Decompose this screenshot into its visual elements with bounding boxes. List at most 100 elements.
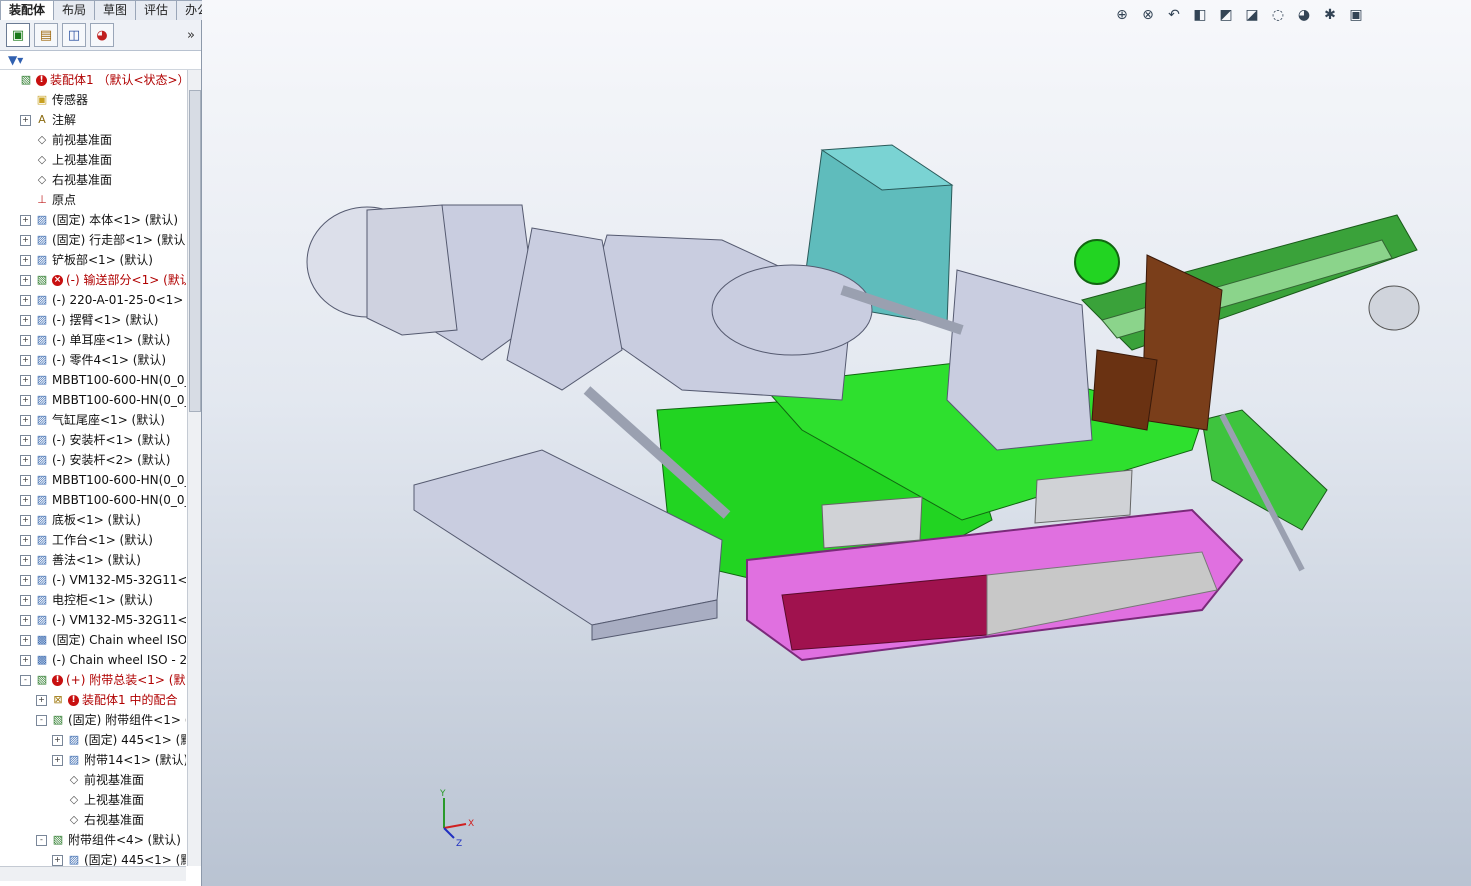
tab-1[interactable]: 布局 bbox=[53, 0, 96, 20]
mates-icon: ⊠ bbox=[53, 693, 63, 706]
tree-item[interactable]: ◇ 右视基准面 bbox=[0, 170, 186, 190]
tree-item[interactable]: + ▨ (-) 安装杆<2> (默认) bbox=[0, 450, 186, 470]
tree-item-label: (-) 单耳座<1> (默认) bbox=[52, 333, 171, 347]
tree-vertical-scrollbar[interactable] bbox=[187, 70, 201, 866]
tree-item[interactable]: + ▨ (-) 摆臂<1> (默认) bbox=[0, 310, 186, 330]
expand-icon[interactable]: + bbox=[20, 294, 31, 306]
filter-row[interactable]: ▼▾ bbox=[0, 51, 201, 70]
expand-icon[interactable]: + bbox=[20, 594, 31, 606]
tree-item[interactable]: ◇ 前视基准面 bbox=[0, 770, 186, 790]
tree-item[interactable]: + ▨ MBBT100-600-HN(0_0_( bbox=[0, 490, 186, 510]
expand-icon[interactable]: + bbox=[20, 234, 31, 246]
expand-icon[interactable]: + bbox=[20, 334, 31, 346]
3d-model[interactable] bbox=[202, 0, 1471, 886]
component-icon: ▨ bbox=[36, 213, 48, 226]
tree-item[interactable]: + ▨ 善法<1> (默认) bbox=[0, 550, 186, 570]
expand-icon[interactable]: + bbox=[20, 454, 31, 466]
tree-item[interactable]: + ▨ (-) 单耳座<1> (默认) bbox=[0, 330, 186, 350]
tree-item[interactable]: + ▨ (-) 安装杆<1> (默认) bbox=[0, 430, 186, 450]
tree-item[interactable]: + ▨ MBBT100-600-HN(0_0_( bbox=[0, 390, 186, 410]
turret bbox=[711, 264, 873, 356]
expand-icon[interactable]: + bbox=[20, 434, 31, 446]
tree-item[interactable]: - ▧ (固定) 附带组件<1> ( bbox=[0, 710, 186, 730]
expand-icon[interactable]: + bbox=[20, 574, 31, 586]
expand-icon[interactable]: + bbox=[20, 354, 31, 366]
tree-item[interactable]: ◇ 右视基准面 bbox=[0, 810, 186, 830]
expand-icon[interactable]: + bbox=[20, 474, 31, 486]
tree-item[interactable]: + ▨ 电控柜<1> (默认) bbox=[0, 590, 186, 610]
tree-item[interactable]: + ▨ (固定) 行走部<1> (默认) bbox=[0, 230, 186, 250]
tree-item[interactable]: + ▨ (固定) 445<1> (默 bbox=[0, 850, 186, 866]
expand-icon[interactable]: + bbox=[20, 394, 31, 406]
triad-z-label: Z bbox=[456, 839, 462, 848]
expand-icon[interactable]: + bbox=[20, 314, 31, 326]
tab-2[interactable]: 草图 bbox=[94, 0, 137, 20]
featuremanager-tab[interactable]: ▣ bbox=[6, 23, 30, 47]
tree-item[interactable]: ▣ 传感器 bbox=[0, 90, 186, 110]
tree-item[interactable]: + ▨ 附带14<1> (默认) bbox=[0, 750, 186, 770]
tree-item[interactable]: + ▨ (固定) 445<1> (默 bbox=[0, 730, 186, 750]
tree-item[interactable]: - ▧ 附带组件<4> (默认) bbox=[0, 830, 186, 850]
tree-item[interactable]: + A 注解 bbox=[0, 110, 186, 130]
tree-item[interactable]: + ▨ 气缸尾座<1> (默认) bbox=[0, 410, 186, 430]
expand-icon[interactable]: + bbox=[20, 654, 31, 666]
tree-item[interactable]: + ▨ (-) 220-A-01-25-0<1> ( bbox=[0, 290, 186, 310]
collapse-icon[interactable]: - bbox=[36, 834, 47, 846]
tree-item[interactable]: + ▨ (-) VM132-M5-32G11<1 bbox=[0, 570, 186, 590]
tab-0[interactable]: 装配体 bbox=[0, 0, 55, 20]
tree-item[interactable]: + ▨ 工作台<1> (默认) bbox=[0, 530, 186, 550]
expand-icon[interactable]: + bbox=[20, 514, 31, 526]
expand-icon[interactable]: + bbox=[52, 754, 63, 766]
tree-item-label: 右视基准面 bbox=[52, 173, 113, 187]
expand-icon[interactable]: + bbox=[36, 694, 47, 706]
tree-item[interactable]: ◇ 上视基准面 bbox=[0, 790, 186, 810]
expand-icon[interactable]: + bbox=[52, 734, 63, 746]
tree-item[interactable]: + ▨ 底板<1> (默认) bbox=[0, 510, 186, 530]
graphics-viewport[interactable]: ⊕ ⊗ ↶ ◧ ◩ ◪ ◌ ◕ ✱ ▣ Y X Z bbox=[202, 0, 1471, 886]
tree-item[interactable]: + ▨ MBBT100-600-HN(0_0_( bbox=[0, 370, 186, 390]
tab-3[interactable]: 评估 bbox=[135, 0, 178, 20]
expand-icon[interactable]: + bbox=[20, 214, 31, 226]
expand-icon[interactable]: + bbox=[20, 634, 31, 646]
displaymanager-tab[interactable]: ◕ bbox=[90, 23, 114, 47]
component-icon: ▨ bbox=[36, 613, 48, 626]
tree-item-label: (固定) 445<1> (默 bbox=[84, 733, 186, 747]
tree-item-label: (固定) 行走部<1> (默认) bbox=[52, 233, 186, 247]
expand-icon[interactable]: + bbox=[20, 614, 31, 626]
expand-chevron-icon[interactable]: » bbox=[187, 28, 195, 43]
tree-item[interactable]: + ▩ (-) Chain wheel ISO - 21 bbox=[0, 650, 186, 670]
expand-icon[interactable]: + bbox=[20, 114, 31, 126]
part-icon: ▩ bbox=[36, 653, 48, 666]
propertymanager-tab[interactable]: ▤ bbox=[34, 23, 58, 47]
assembly-icon: ▧ bbox=[52, 713, 64, 726]
filter-icon[interactable]: ▼▾ bbox=[8, 53, 23, 67]
tree-item[interactable]: ⊥ 原点 bbox=[0, 190, 186, 210]
expand-icon[interactable]: + bbox=[20, 554, 31, 566]
expand-icon[interactable]: + bbox=[20, 374, 31, 386]
tree-item[interactable]: ◇ 上视基准面 bbox=[0, 150, 186, 170]
scroll-thumb[interactable] bbox=[189, 90, 201, 412]
tree-item[interactable]: ▧! 装配体1 （默认<状态>） bbox=[0, 70, 186, 90]
expand-icon[interactable]: + bbox=[20, 254, 31, 266]
expand-icon[interactable]: + bbox=[20, 494, 31, 506]
tree-item[interactable]: + ▨ (固定) 本体<1> (默认) bbox=[0, 210, 186, 230]
expand-icon[interactable]: + bbox=[20, 414, 31, 426]
tree-item[interactable]: + ▨ (-) VM132-M5-32G11<2 bbox=[0, 610, 186, 630]
tree-horizontal-scrollbar[interactable] bbox=[0, 866, 186, 881]
tree-item[interactable]: + ▨ MBBT100-600-HN(0_0_( bbox=[0, 470, 186, 490]
expand-icon[interactable]: + bbox=[52, 854, 63, 866]
tree-item[interactable]: - ▧! (+) 附带总装<1> (默认 bbox=[0, 670, 186, 690]
tree-item[interactable]: ◇ 前视基准面 bbox=[0, 130, 186, 150]
tree-item-label: 铲板部<1> (默认) bbox=[52, 253, 153, 267]
collapse-icon[interactable]: - bbox=[36, 714, 47, 726]
tree-item[interactable]: + ⊠! 装配体1 中的配合 bbox=[0, 690, 186, 710]
tree-item[interactable]: + ▧ × (-) 输送部分<1> (默认 bbox=[0, 270, 186, 290]
tree-item[interactable]: + ▨ (-) 零件4<1> (默认) bbox=[0, 350, 186, 370]
plane-icon: ◇ bbox=[37, 153, 47, 166]
tree-item[interactable]: + ▨ 铲板部<1> (默认) bbox=[0, 250, 186, 270]
expand-icon[interactable]: + bbox=[20, 274, 31, 286]
expand-icon[interactable]: + bbox=[20, 534, 31, 546]
tree-item[interactable]: + ▩ (固定) Chain wheel ISO - bbox=[0, 630, 186, 650]
configurationmanager-tab[interactable]: ◫ bbox=[62, 23, 86, 47]
collapse-icon[interactable]: - bbox=[20, 674, 31, 686]
